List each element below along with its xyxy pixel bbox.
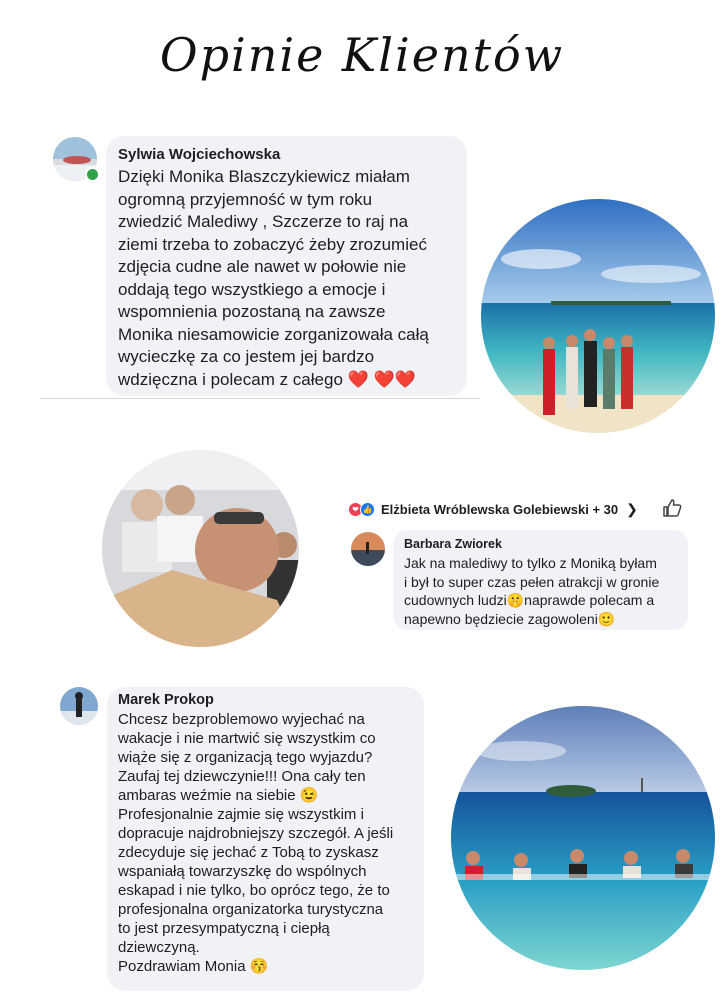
comment-bubble-2: Barbara Zwiorek Jak na malediwy to tylko… bbox=[393, 530, 688, 630]
comment-text: Jak na malediwy to tylko z Moniką byłam … bbox=[404, 555, 660, 627]
photo-selfie bbox=[102, 450, 299, 647]
comment-text: Chcesz bezproblemowo wyjechać na wakacje… bbox=[118, 711, 394, 975]
commenter-name[interactable]: Barbara Zwiorek bbox=[404, 537, 677, 551]
photo-group-beach bbox=[481, 199, 715, 433]
commenter-name[interactable]: Marek Prokop bbox=[118, 692, 413, 708]
commenter-name[interactable]: Sylwia Wojciechowska bbox=[118, 146, 455, 163]
online-status-dot bbox=[85, 167, 100, 182]
comment-bubble-3: Marek Prokop Chcesz bezproblemowo wyjech… bbox=[107, 687, 424, 991]
divider bbox=[40, 398, 480, 399]
comment-text: Dzięki Monika Blaszczykiewicz miałam ogr… bbox=[118, 167, 429, 389]
like-reaction-icon: 👍 bbox=[360, 501, 375, 517]
comment-bubble-1: Sylwia Wojciechowska Dzięki Monika Blasz… bbox=[106, 136, 467, 396]
page-title: Opinie Klientów bbox=[159, 28, 565, 82]
thumbs-up-icon[interactable] bbox=[662, 498, 682, 523]
reactions-summary[interactable]: Elżbieta Wróblewska Golebiewski + 30 bbox=[381, 502, 618, 517]
avatar-barbara[interactable] bbox=[351, 532, 385, 566]
reactions-bar[interactable]: ❤ 👍 Elżbieta Wróblewska Golebiewski + 30… bbox=[348, 498, 688, 520]
avatar-marek[interactable] bbox=[60, 687, 98, 725]
photo-group-sea bbox=[451, 706, 715, 970]
chevron-right-icon[interactable]: ❯ bbox=[626, 501, 638, 518]
